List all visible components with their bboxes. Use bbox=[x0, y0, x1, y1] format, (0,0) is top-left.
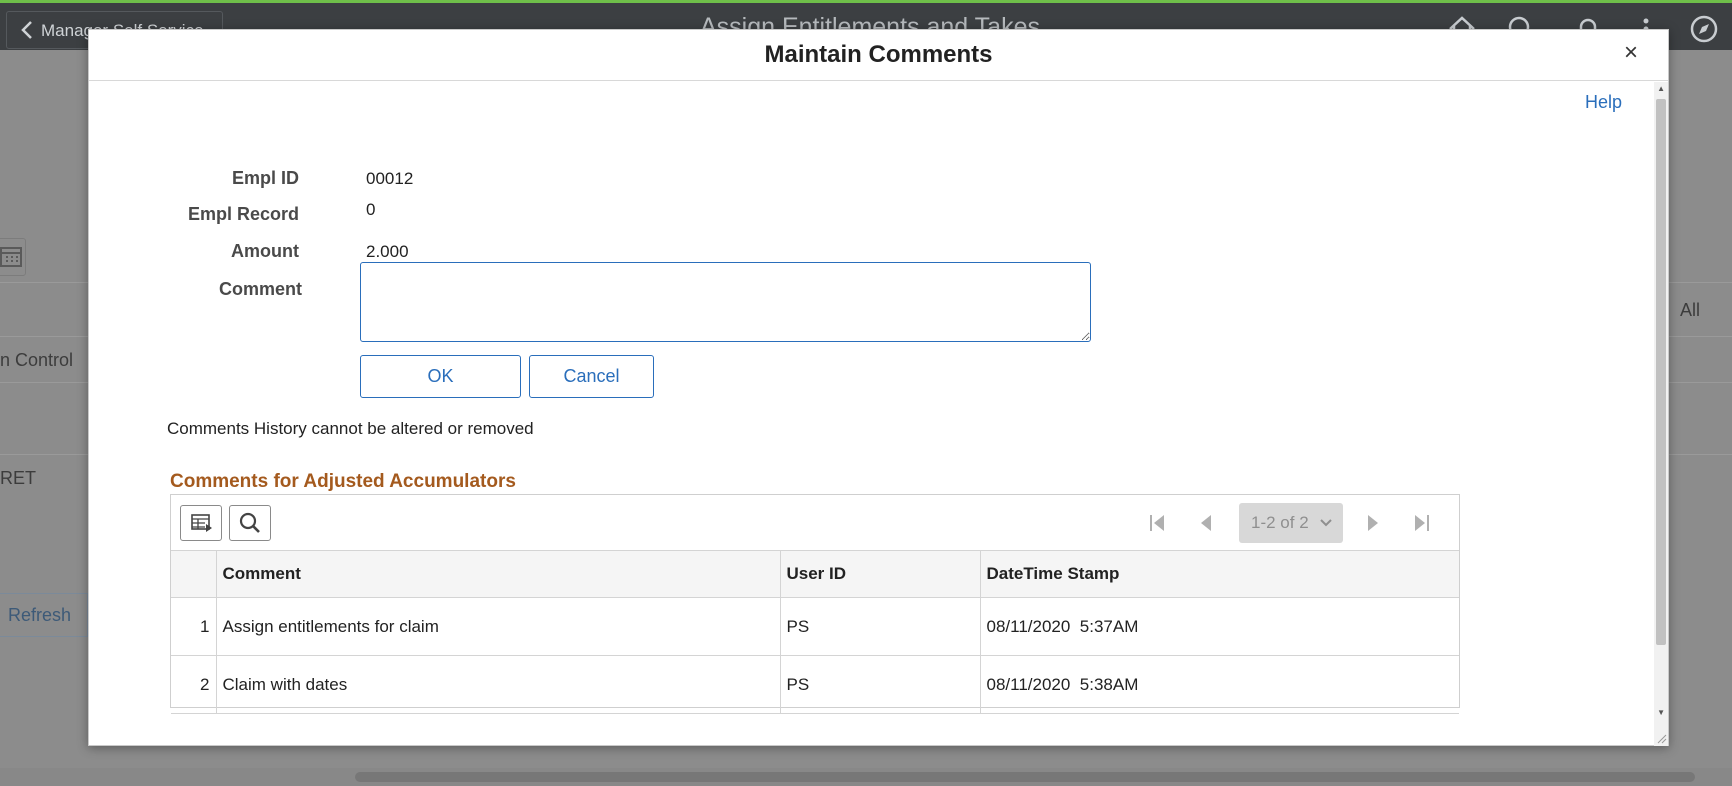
all-label: All bbox=[1680, 300, 1701, 320]
search-icon[interactable] bbox=[229, 505, 271, 541]
help-link[interactable]: Help bbox=[1585, 92, 1622, 113]
column-header-datetime[interactable]: DateTime Stamp bbox=[980, 550, 1459, 598]
history-note: Comments History cannot be altered or re… bbox=[167, 419, 534, 438]
column-header-rownum bbox=[171, 550, 217, 598]
cancel-button[interactable]: Cancel bbox=[529, 355, 654, 398]
row-comment: Assign entitlements for claim bbox=[216, 597, 781, 656]
refresh-button[interactable]: Refresh bbox=[0, 593, 88, 637]
grid-personalize-icon[interactable] bbox=[180, 505, 222, 541]
calendar-icon[interactable] bbox=[0, 238, 26, 276]
ret-label: RET bbox=[0, 468, 36, 488]
row-number: 1 bbox=[171, 597, 217, 656]
close-icon[interactable]: × bbox=[1624, 41, 1638, 65]
comment-textarea[interactable] bbox=[360, 262, 1091, 342]
empl-record-value: 0 bbox=[366, 200, 376, 219]
resize-grip-icon[interactable] bbox=[1655, 732, 1667, 744]
column-header-comment[interactable]: Comment bbox=[216, 550, 781, 598]
comments-grid: 1-2 of 2 Comment User ID DateTime Stamp bbox=[170, 494, 1460, 714]
table-header-row: Comment User ID DateTime Stamp bbox=[171, 550, 1459, 598]
row-number: 2 bbox=[171, 655, 217, 714]
first-page-icon[interactable] bbox=[1146, 511, 1170, 535]
last-page-icon[interactable] bbox=[1409, 511, 1433, 535]
pagination-label: 1-2 of 2 bbox=[1251, 513, 1309, 532]
row-user-id: PS bbox=[780, 655, 981, 714]
chevron-left-icon bbox=[21, 21, 32, 39]
maintain-comments-modal: Maintain Comments × ▲ ▼ Help Empl ID 000… bbox=[88, 29, 1669, 746]
grid-title: Comments for Adjusted Accumulators bbox=[170, 471, 516, 492]
row-user-id: PS bbox=[780, 597, 981, 656]
table-row: 2 Claim with dates PS 08/11/2020 5:38AM bbox=[171, 655, 1459, 714]
amount-value: 2.000 bbox=[366, 242, 409, 261]
scroll-up-icon[interactable]: ▲ bbox=[1657, 84, 1665, 93]
horizontal-scrollbar-thumb[interactable] bbox=[355, 772, 1695, 782]
scroll-down-icon[interactable]: ▼ bbox=[1657, 708, 1665, 717]
ok-button[interactable]: OK bbox=[360, 355, 521, 398]
row-datetime: 08/11/2020 5:38AM bbox=[980, 655, 1459, 714]
previous-page-icon[interactable] bbox=[1195, 511, 1219, 535]
empl-id-value: 00012 bbox=[366, 169, 414, 188]
modal-header: Maintain Comments × bbox=[89, 30, 1668, 81]
row-comment: Claim with dates bbox=[216, 655, 781, 714]
control-label: n Control bbox=[0, 350, 74, 370]
compass-icon[interactable] bbox=[1688, 13, 1720, 45]
column-header-user-id[interactable]: User ID bbox=[780, 550, 981, 598]
next-page-icon[interactable] bbox=[1360, 511, 1384, 535]
table-row: 1 Assign entitlements for claim PS 08/11… bbox=[171, 597, 1459, 656]
row-datetime: 08/11/2020 5:37AM bbox=[980, 597, 1459, 656]
comment-label: Comment bbox=[218, 279, 302, 299]
modal-title: Maintain Comments bbox=[764, 41, 993, 68]
empl-record-label: Empl Record bbox=[187, 204, 299, 224]
pagination-select[interactable]: 1-2 of 2 bbox=[1239, 503, 1343, 543]
empl-id-label: Empl ID bbox=[231, 168, 299, 188]
modal-scrollbar-thumb[interactable] bbox=[1656, 99, 1666, 645]
comments-table: Comment User ID DateTime Stamp 1 Assign … bbox=[171, 550, 1459, 714]
amount-label: Amount bbox=[231, 241, 299, 261]
chevron-down-icon bbox=[1320, 519, 1332, 527]
